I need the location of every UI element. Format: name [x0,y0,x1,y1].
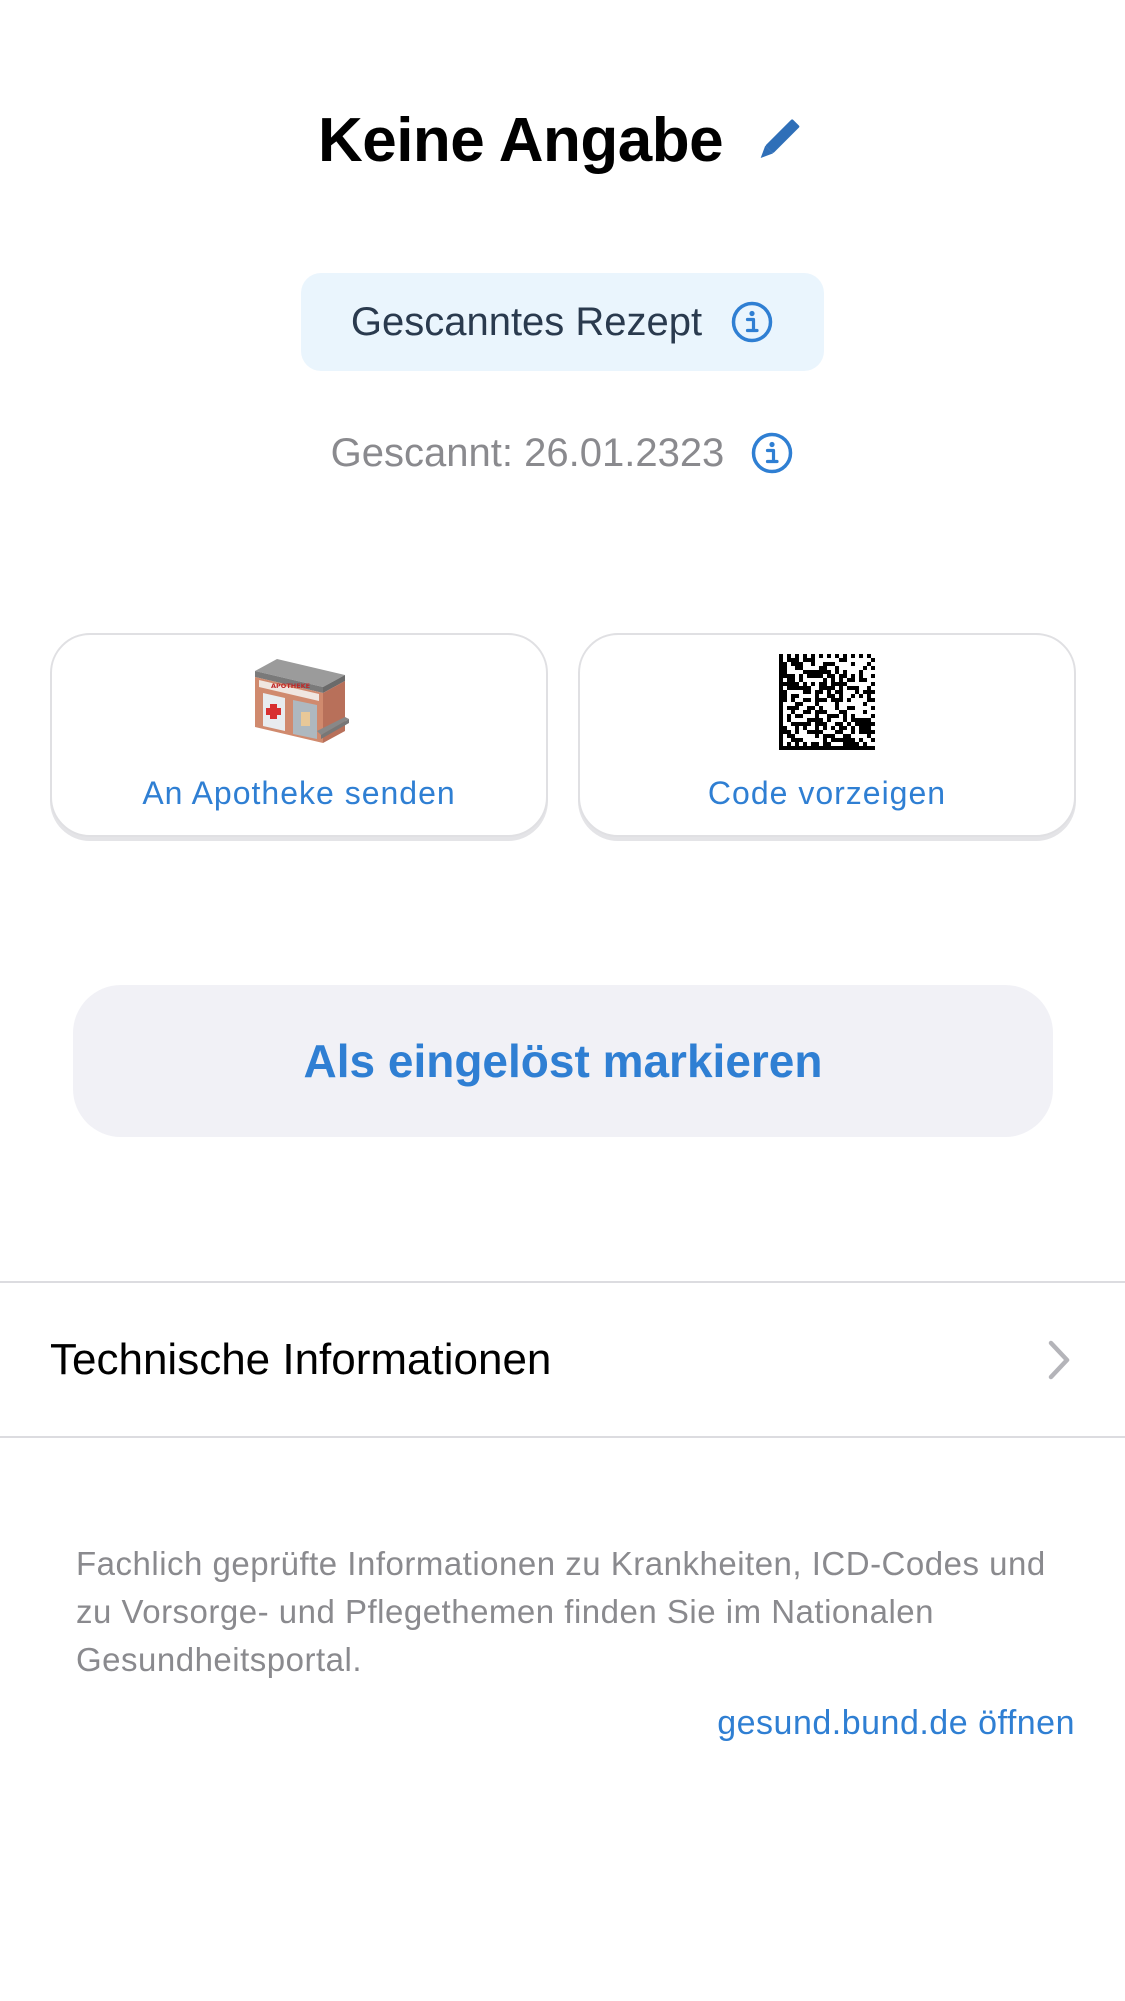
open-health-portal-link[interactable]: gesund.bund.de öffnen [717,1704,1075,1743]
show-code-button[interactable]: Code vorzeigen [578,633,1076,837]
info-circle-icon[interactable] [750,431,794,475]
show-code-label: Code vorzeigen [707,775,947,811]
mark-as-redeemed-button[interactable]: Als eingelöst markieren [73,985,1053,1137]
title-row: Keine Angabe [0,100,1125,180]
send-to-pharmacy-label: An Apotheke senden [142,775,456,811]
chevron-right-icon [1045,1338,1073,1382]
health-portal-note: Fachlich geprüfte Informationen zu Krank… [76,1545,1046,1678]
scanned-date: Gescannt: 26.01.2323 [330,430,725,475]
technical-info-row[interactable]: Technische Informationen [0,1284,1125,1436]
badge-label: Gescanntes Rezept [350,299,703,344]
scanned-date-row: Gescannt: 26.01.2323 [0,420,1125,486]
datamatrix-code-icon [779,654,875,758]
prescription-type-badge: Gescanntes Rezept [301,273,824,371]
pharmacy-building-icon: APOTHEKE [247,657,351,752]
send-to-pharmacy-button[interactable]: APOTHEKE An Apotheke senden [50,633,548,837]
info-circle-icon[interactable] [730,300,774,344]
pencil-icon[interactable] [749,111,807,169]
mark-as-redeemed-label: Als eingelöst markieren [303,1035,823,1087]
page-title: Keine Angabe [317,105,724,175]
divider [0,1281,1125,1283]
technical-info-label: Technische Informationen [50,1335,552,1384]
pharmacy-sign-text: APOTHEKE [271,682,310,690]
divider [0,1436,1125,1438]
